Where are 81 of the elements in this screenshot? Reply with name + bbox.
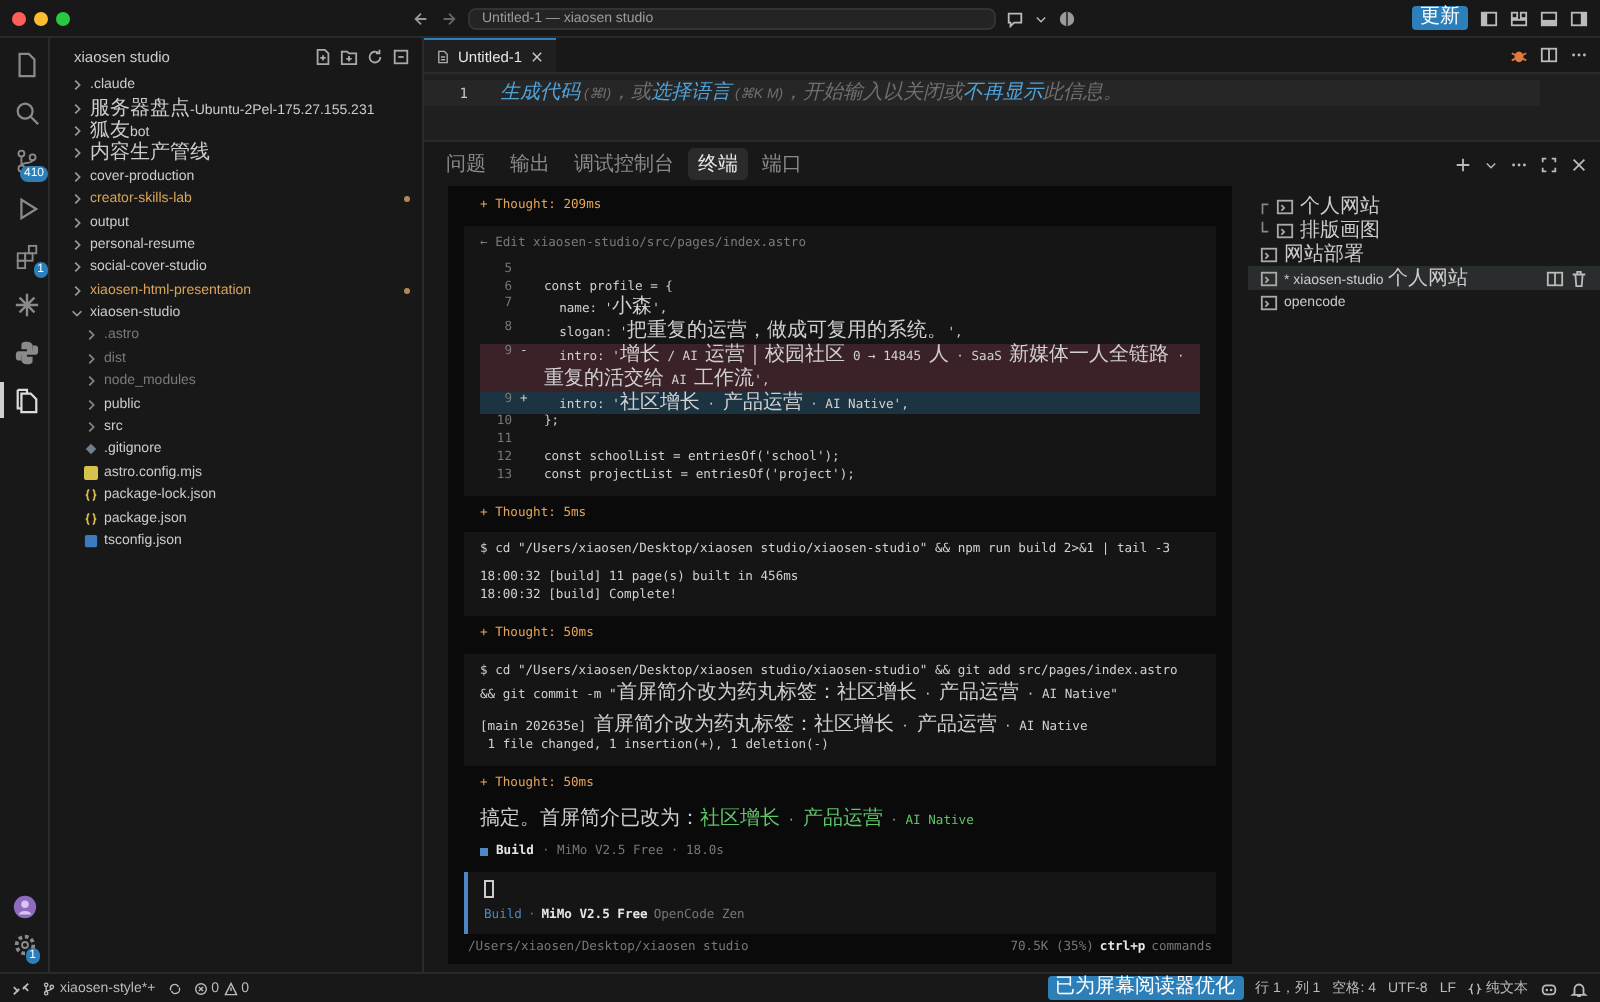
maximize-icon[interactable] xyxy=(1540,155,1558,174)
error-icon xyxy=(193,981,208,995)
file-icon xyxy=(436,49,450,63)
layout-icon[interactable] xyxy=(1510,9,1528,27)
js-file-icon xyxy=(84,465,98,480)
trash-icon[interactable] xyxy=(1570,269,1588,288)
chevron-icon[interactable] xyxy=(70,101,84,116)
chevron-icon[interactable] xyxy=(70,146,84,161)
chevron-icon[interactable] xyxy=(70,192,84,207)
minimize-button[interactable] xyxy=(34,11,48,25)
close-icon[interactable] xyxy=(530,49,545,63)
panel-tab[interactable]: 输出 xyxy=(500,148,560,181)
collapse-icon[interactable] xyxy=(392,48,410,66)
chevron-icon[interactable] xyxy=(70,283,84,298)
panel-tab[interactable]: 问题 xyxy=(436,148,496,181)
back-icon[interactable] xyxy=(412,9,430,27)
terminal-session[interactable]: 个人网站 xyxy=(1248,194,1600,219)
diamond-icon xyxy=(84,442,98,457)
terminal-icon xyxy=(1276,197,1294,216)
close-button[interactable] xyxy=(12,11,26,25)
screen-reader-button[interactable]: 已为屏幕阅读器优化 xyxy=(1047,976,1243,1000)
settings-icon[interactable] xyxy=(11,932,37,958)
terminal-session[interactable]: 网站部署 xyxy=(1248,242,1600,267)
chevron-icon[interactable] xyxy=(84,420,98,435)
terminal-icon xyxy=(1260,269,1278,288)
extensions-icon[interactable] xyxy=(13,243,39,269)
account-icon[interactable] xyxy=(11,894,37,920)
secondary-sidebar-icon[interactable] xyxy=(1570,9,1588,27)
panel-tab[interactable]: 终端 xyxy=(688,148,748,181)
status-square-icon xyxy=(480,847,488,856)
chevron-icon[interactable] xyxy=(84,374,98,389)
braces-icon xyxy=(1468,981,1482,995)
search-icon[interactable] xyxy=(13,99,39,125)
chevron-down-icon[interactable] xyxy=(1484,157,1498,172)
chevron-icon[interactable] xyxy=(70,215,84,230)
terminal-session[interactable]: 排版画图 xyxy=(1248,218,1600,243)
zoom-button[interactable] xyxy=(56,11,70,25)
remote-icon[interactable] xyxy=(12,979,30,997)
files-icon[interactable] xyxy=(13,51,39,77)
sparkle-icon[interactable] xyxy=(13,291,39,317)
copy-icon[interactable] xyxy=(13,387,39,413)
terminal-icon xyxy=(1260,293,1278,312)
tree-item[interactable]: 内容生产管线 xyxy=(50,142,422,166)
modified-dot xyxy=(404,287,410,294)
braces-icon xyxy=(84,511,98,526)
new-folder-icon[interactable] xyxy=(340,48,358,66)
chevron-icon[interactable] xyxy=(70,260,84,275)
terminal-icon xyxy=(1276,221,1294,240)
copilot-icon[interactable] xyxy=(1540,979,1558,997)
ts-file-icon xyxy=(84,534,98,548)
chevron-icon[interactable] xyxy=(70,237,84,252)
chevron-down-icon[interactable] xyxy=(1034,11,1048,25)
chevron-icon[interactable] xyxy=(70,123,84,138)
sync-icon[interactable] xyxy=(167,981,182,995)
split-terminal-icon[interactable] xyxy=(1546,269,1564,288)
chevron-icon[interactable] xyxy=(70,169,84,184)
sidebar-toggle-icon[interactable] xyxy=(1480,9,1498,27)
bell-icon[interactable] xyxy=(1570,979,1588,997)
panel-toggle-icon[interactable] xyxy=(1540,9,1558,27)
panel-tab[interactable]: 端口 xyxy=(752,148,812,181)
modified-dot xyxy=(404,196,410,203)
refresh-icon[interactable] xyxy=(366,48,384,66)
python-icon[interactable] xyxy=(13,339,39,365)
bug-icon[interactable] xyxy=(1510,46,1528,64)
close-icon[interactable] xyxy=(1570,155,1588,174)
update-button[interactable]: 更新 xyxy=(1412,6,1468,30)
plus-icon[interactable] xyxy=(1454,155,1472,174)
terminal-icon xyxy=(1260,245,1278,264)
braces-icon xyxy=(84,488,98,503)
chevron-icon[interactable] xyxy=(84,328,98,343)
branch-icon xyxy=(42,981,56,995)
warning-icon xyxy=(223,981,238,995)
new-file-icon[interactable] xyxy=(314,48,332,66)
chevron-icon[interactable] xyxy=(70,78,84,93)
panel-tab[interactable]: 调试控制台 xyxy=(564,148,684,181)
chevron-icon[interactable] xyxy=(70,306,84,321)
split-editor-icon[interactable] xyxy=(1540,46,1558,64)
chevron-icon[interactable] xyxy=(84,397,98,412)
chevron-icon[interactable] xyxy=(84,351,98,366)
chat-icon[interactable] xyxy=(1006,9,1024,27)
forward-icon[interactable] xyxy=(440,9,458,27)
